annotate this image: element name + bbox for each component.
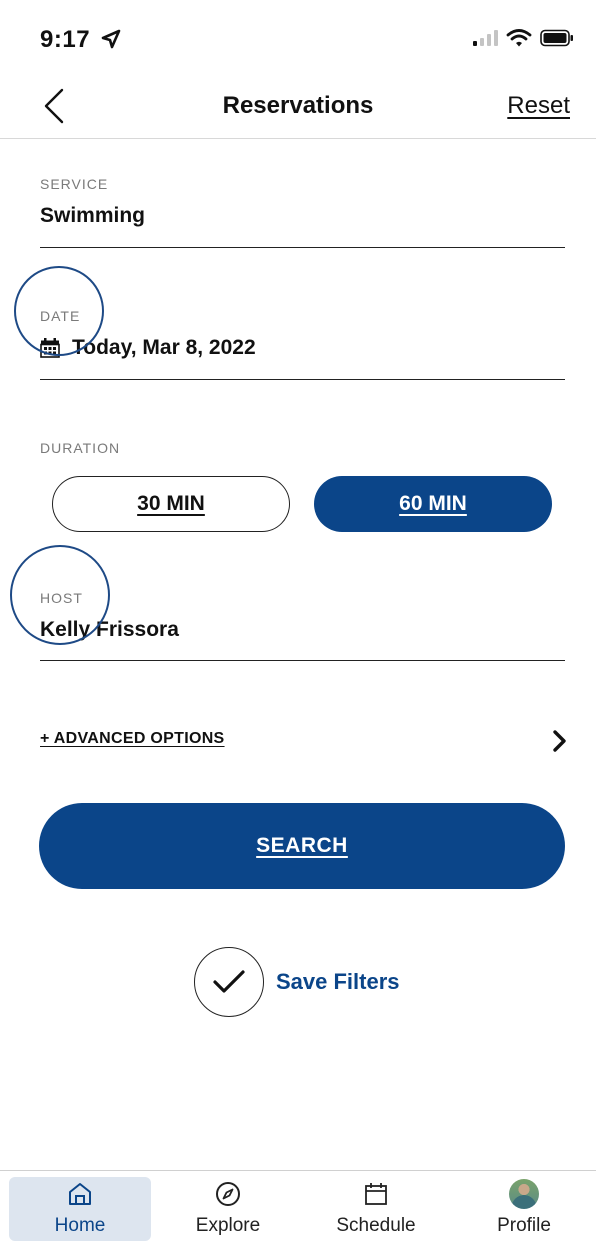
tab-profile[interactable]: Profile — [453, 1177, 595, 1241]
service-label: SERVICE — [40, 176, 109, 192]
status-time-text: 9:17 — [40, 26, 91, 53]
calendar-outline-icon — [361, 1179, 391, 1209]
tab-profile-label: Profile — [497, 1215, 551, 1236]
service-value: Swimming — [40, 204, 146, 227]
tab-home[interactable]: Home — [9, 1177, 151, 1241]
status-icons — [472, 28, 574, 48]
duration-label: DURATION — [40, 440, 121, 456]
tab-home-label: Home — [54, 1215, 106, 1236]
status-time: 9:17 — [40, 26, 121, 54]
duration-60-min-button[interactable]: 60 MIN — [314, 476, 552, 532]
save-filters-checkbox[interactable] — [194, 947, 264, 1017]
search-button[interactable]: SEARCH — [39, 803, 565, 889]
home-icon — [65, 1179, 95, 1209]
date-value-row: Today, Mar 8, 2022 — [40, 336, 256, 360]
host-label: HOST — [40, 590, 83, 606]
profile-icon-wrap — [509, 1179, 539, 1209]
advanced-options-label: + ADVANCED OPTIONS — [40, 730, 225, 747]
tab-schedule[interactable]: Schedule — [305, 1177, 447, 1241]
tab-explore[interactable]: Explore — [157, 1177, 299, 1241]
service-field[interactable]: SERVICE Swimming — [40, 170, 565, 248]
save-filters-label: Save Filters — [276, 969, 400, 994]
location-arrow-icon — [101, 29, 121, 49]
avatar — [509, 1179, 539, 1209]
calendar-icon — [40, 338, 60, 358]
advanced-options-row[interactable]: + ADVANCED OPTIONS — [40, 728, 570, 758]
wifi-icon — [506, 29, 532, 47]
date-value: Today, Mar 8, 2022 — [72, 336, 256, 359]
tab-schedule-label: Schedule — [336, 1215, 416, 1236]
date-field[interactable]: DATE Today, Mar 8, 2022 — [40, 302, 565, 380]
date-label: DATE — [40, 308, 81, 324]
status-bar: 9:17 — [0, 0, 596, 80]
save-filters-toggle[interactable]: Save Filters — [194, 945, 400, 1019]
duration-30-min-button[interactable]: 30 MIN — [52, 476, 290, 532]
checkmark-icon — [213, 970, 245, 993]
reset-button[interactable]: Reset — [507, 92, 570, 120]
host-field[interactable]: HOST Kelly Frissora — [40, 584, 565, 661]
chevron-right-icon — [553, 730, 566, 752]
compass-icon — [213, 1179, 243, 1209]
nav-bar: Reservations Reset — [0, 80, 596, 139]
host-value: Kelly Frissora — [40, 618, 179, 641]
tab-explore-label: Explore — [195, 1215, 261, 1236]
battery-icon — [540, 29, 573, 47]
tab-bar: Home Explore Schedule Profile — [0, 1170, 596, 1253]
cellular-signal-icon — [473, 30, 498, 46]
